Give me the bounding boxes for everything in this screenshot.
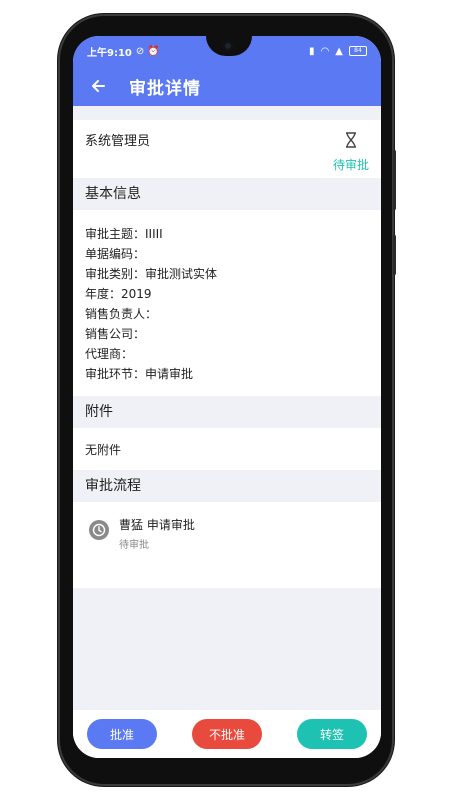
attachments-empty: 无附件 xyxy=(73,428,381,470)
transfer-button[interactable]: 转签 xyxy=(297,719,367,749)
signal-icon: ▮ xyxy=(309,45,315,57)
action-bar: 批准 不批准 转签 xyxy=(73,710,381,758)
info-row: 审批主题：IIIII xyxy=(85,227,163,241)
info-row: 审批环节：申请审批 xyxy=(85,367,194,381)
detail-content[interactable]: 系统管理员 待审批 基本信息 审批主题：IIIII 单据编码： 审批类别：审批测… xyxy=(73,106,381,758)
alarm-icon: ⏰ xyxy=(147,45,160,57)
clock-icon xyxy=(89,520,109,540)
approver-name: 系统管理员 xyxy=(85,134,151,149)
info-row: 单据编码： xyxy=(85,247,146,261)
wifi-icon: ◠ xyxy=(320,45,330,57)
info-row: 审批类别：审批测试实体 xyxy=(85,267,218,281)
status-time: 上午9:10 xyxy=(87,47,132,59)
power-button xyxy=(393,150,396,210)
flow-header: 审批流程 xyxy=(73,470,381,502)
volume-button xyxy=(393,235,396,275)
hourglass-icon xyxy=(345,132,357,152)
approver-card: 系统管理员 待审批 xyxy=(73,120,381,178)
battery-icon: 84 xyxy=(349,46,367,56)
info-row: 销售公司： xyxy=(85,327,146,341)
flow-item-title: 曹猛 申请审批 xyxy=(119,518,195,532)
front-camera xyxy=(222,40,234,52)
back-arrow-icon[interactable] xyxy=(85,73,111,99)
page-title: 审批详情 xyxy=(129,78,201,99)
info-row: 代理商： xyxy=(85,347,134,361)
basic-info-header: 基本信息 xyxy=(73,178,381,210)
flow-item-status: 待审批 xyxy=(119,540,149,551)
approve-button[interactable]: 批准 xyxy=(87,719,157,749)
app-screen: 上午9:10 ⊘ ⏰ ▮ ◠ ▲ 84 审批详情 系统管理员 待审批 基本信息 … xyxy=(73,36,381,758)
info-row: 销售负责人： xyxy=(85,307,158,321)
approval-status: 待审批 xyxy=(332,158,369,172)
attachments-header: 附件 xyxy=(73,396,381,428)
dnd-icon: ⊘ xyxy=(135,45,145,57)
cellular-icon: ▲ xyxy=(335,45,343,57)
flow-list: 曹猛 申请审批 待审批 xyxy=(73,502,381,588)
reject-button[interactable]: 不批准 xyxy=(192,719,262,749)
info-row: 年度：2019 xyxy=(85,287,152,301)
basic-info-list: 审批主题：IIIII 单据编码： 审批类别：审批测试实体 年度：2019 销售负… xyxy=(73,210,381,396)
